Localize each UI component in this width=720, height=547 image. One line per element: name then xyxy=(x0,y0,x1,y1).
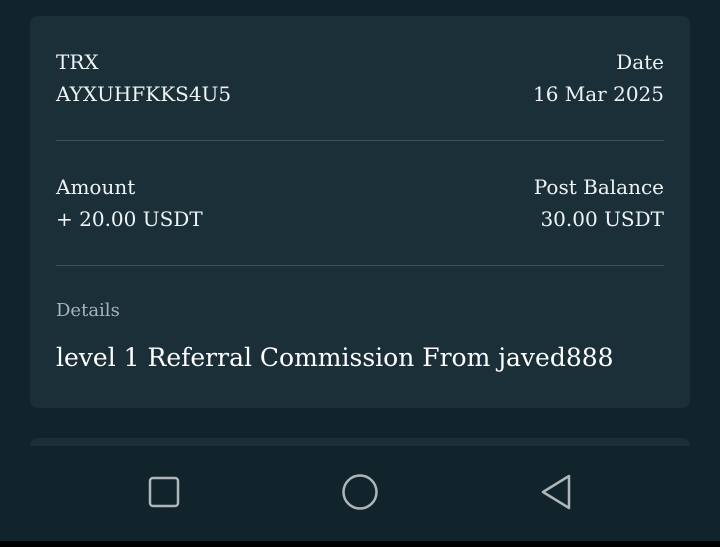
home-button[interactable] xyxy=(340,474,380,514)
date-column: Date 16 Mar 2025 xyxy=(533,48,664,108)
post-balance-column: Post Balance 30.00 USDT xyxy=(534,173,664,233)
amount-value: + 20.00 USDT xyxy=(56,207,203,231)
details-label: Details xyxy=(56,300,120,321)
trx-value: AYXUHFKKS4U5 xyxy=(56,82,232,106)
transaction-card: TRX AYXUHFKKS4U5 Date 16 Mar 2025 Amount… xyxy=(30,16,690,408)
amount-column: Amount + 20.00 USDT xyxy=(56,173,203,233)
amount-balance-row: Amount + 20.00 USDT Post Balance 30.00 U… xyxy=(56,173,664,233)
back-button[interactable] xyxy=(536,474,576,514)
circle-home-icon xyxy=(341,473,379,515)
date-label: Date xyxy=(616,50,664,74)
bottom-edge xyxy=(0,541,720,547)
details-value: level 1 Referral Commission From javed88… xyxy=(56,343,614,372)
amount-label: Amount xyxy=(56,175,136,199)
trx-column: TRX AYXUHFKKS4U5 xyxy=(56,48,231,108)
square-recents-icon xyxy=(148,476,180,512)
date-value: 16 Mar 2025 xyxy=(532,82,664,106)
system-navigation-bar xyxy=(0,446,720,541)
divider xyxy=(56,265,664,266)
triangle-back-icon xyxy=(539,473,573,515)
trx-date-row: TRX AYXUHFKKS4U5 Date 16 Mar 2025 xyxy=(56,48,664,108)
trx-label: TRX xyxy=(56,50,99,74)
recents-button[interactable] xyxy=(144,474,184,514)
post-balance-value: 30.00 USDT xyxy=(540,207,664,231)
divider xyxy=(56,140,664,141)
post-balance-label: Post Balance xyxy=(533,175,664,199)
